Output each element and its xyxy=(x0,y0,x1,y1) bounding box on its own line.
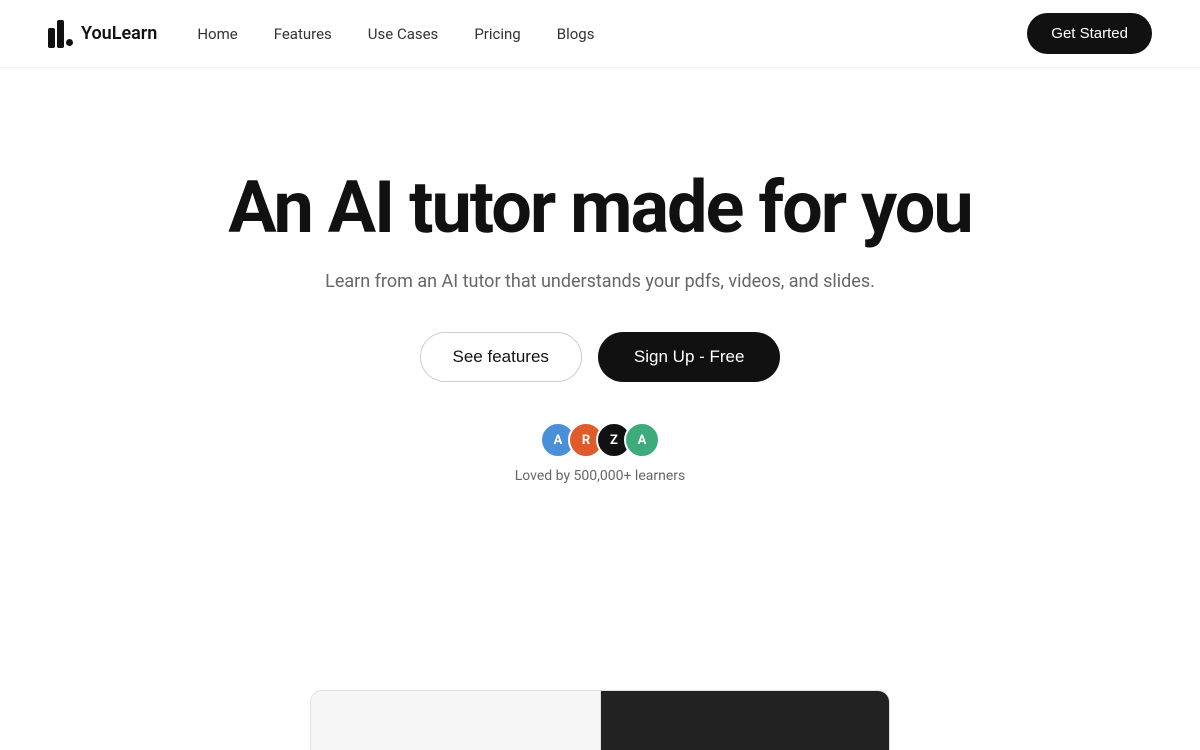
avatar-group: A R Z A xyxy=(540,422,660,458)
logo[interactable]: YouLearn xyxy=(48,20,157,48)
nav-home[interactable]: Home xyxy=(197,25,237,43)
nav-blogs[interactable]: Blogs xyxy=(557,25,595,43)
social-proof: A R Z A Loved by 500,000+ learners xyxy=(515,422,685,484)
preview-left-panel xyxy=(311,691,601,750)
see-features-button[interactable]: See features xyxy=(420,332,582,382)
hero-buttons: See features Sign Up - Free xyxy=(420,332,781,382)
preview-right-panel xyxy=(601,691,890,750)
product-preview xyxy=(310,690,890,750)
logo-icon xyxy=(48,20,73,48)
hero-subtitle: Learn from an AI tutor that understands … xyxy=(325,271,875,292)
signup-free-button[interactable]: Sign Up - Free xyxy=(598,332,781,382)
avatar-4: A xyxy=(624,422,660,458)
logo-text: YouLearn xyxy=(81,23,157,44)
nav-use-cases[interactable]: Use Cases xyxy=(368,25,439,43)
navbar: YouLearn Home Features Use Cases Pricing… xyxy=(0,0,1200,68)
social-proof-text: Loved by 500,000+ learners xyxy=(515,468,685,484)
nav-links: Home Features Use Cases Pricing Blogs xyxy=(197,24,594,43)
get-started-button[interactable]: Get Started xyxy=(1027,13,1152,54)
hero-section: An AI tutor made for you Learn from an A… xyxy=(0,68,1200,484)
nav-pricing[interactable]: Pricing xyxy=(474,25,520,43)
hero-title: An AI tutor made for you xyxy=(228,168,971,247)
nav-features[interactable]: Features xyxy=(274,25,332,43)
